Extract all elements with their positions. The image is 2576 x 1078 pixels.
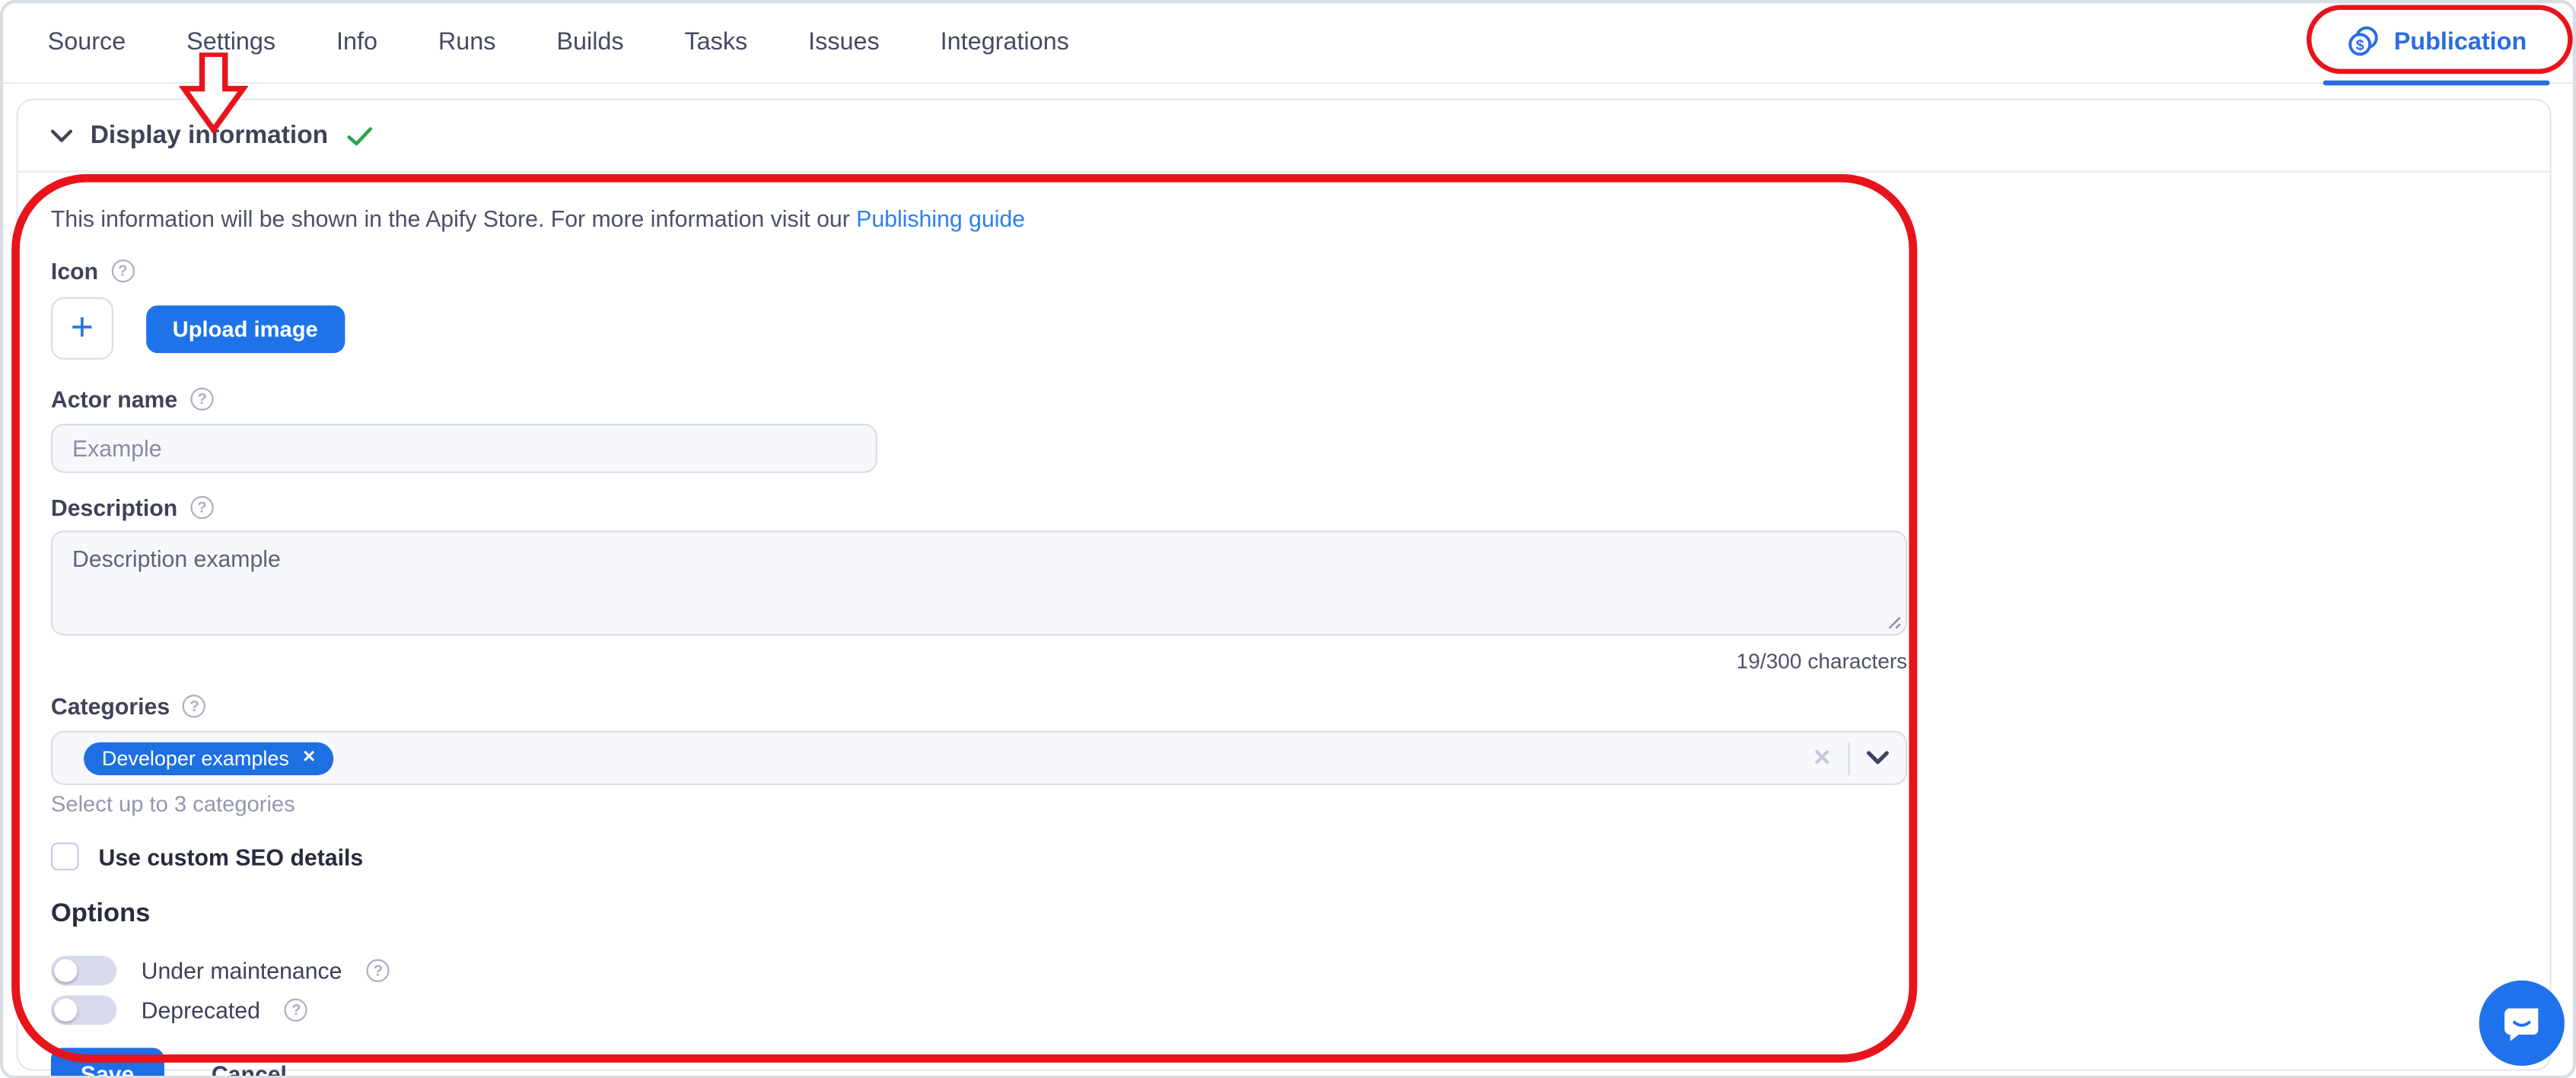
character-counter: 19/300 characters bbox=[51, 649, 1907, 673]
options-title: Options bbox=[51, 900, 2517, 930]
save-button[interactable]: Save bbox=[51, 1048, 164, 1078]
categories-help-icon[interactable]: ? bbox=[183, 695, 205, 717]
store-info-text: This information will be shown in the Ap… bbox=[51, 205, 2517, 232]
chat-bubble-icon bbox=[2501, 1002, 2543, 1045]
toggle-knob bbox=[54, 999, 77, 1022]
icon-label-text: Icon bbox=[51, 258, 98, 285]
under-maintenance-row: Under maintenance ? bbox=[51, 956, 2517, 985]
tab-runs[interactable]: Runs bbox=[438, 27, 496, 56]
description-help-icon[interactable]: ? bbox=[190, 496, 213, 519]
icon-field-label: Icon ? bbox=[51, 258, 2517, 285]
tab-info[interactable]: Info bbox=[336, 27, 377, 56]
tab-bar: Source Settings Info Runs Builds Tasks I… bbox=[0, 0, 2576, 84]
upload-image-button[interactable]: Upload image bbox=[146, 304, 344, 352]
chat-launcher-button[interactable] bbox=[2479, 981, 2565, 1066]
tab-publication[interactable]: $ Publication bbox=[2323, 0, 2550, 84]
plus-icon: + bbox=[71, 309, 94, 348]
category-tag[interactable]: Developer examples ✕ bbox=[84, 742, 334, 774]
actor-name-help-icon[interactable]: ? bbox=[190, 387, 213, 410]
tab-integrations[interactable]: Integrations bbox=[941, 27, 1069, 56]
section-title: Display information bbox=[91, 121, 328, 151]
select-chevron-down-icon[interactable] bbox=[1866, 751, 1889, 765]
deprecated-label: Deprecated bbox=[142, 997, 260, 1023]
select-divider bbox=[1848, 742, 1850, 774]
remove-tag-icon[interactable]: ✕ bbox=[302, 749, 316, 767]
chevron-down-icon bbox=[51, 129, 72, 142]
category-tag-label: Developer examples bbox=[102, 746, 289, 769]
under-maintenance-help-icon[interactable]: ? bbox=[367, 959, 390, 982]
deprecated-row: Deprecated ? bbox=[51, 995, 2517, 1025]
categories-label-text: Categories bbox=[51, 693, 170, 720]
tab-builds[interactable]: Builds bbox=[556, 27, 623, 56]
description-field-label: Description ? bbox=[51, 494, 2517, 521]
green-checkmark-icon bbox=[346, 126, 373, 145]
deprecated-help-icon[interactable]: ? bbox=[285, 999, 307, 1022]
toggle-knob bbox=[54, 959, 77, 982]
categories-hint: Select up to 3 categories bbox=[51, 792, 2517, 816]
tab-issues[interactable]: Issues bbox=[808, 27, 880, 56]
tab-tasks[interactable]: Tasks bbox=[684, 27, 747, 56]
categories-multiselect[interactable]: Developer examples ✕ ✕ bbox=[51, 731, 1907, 785]
icon-help-icon[interactable]: ? bbox=[111, 259, 134, 282]
description-label-text: Description bbox=[51, 494, 177, 521]
actor-name-input[interactable] bbox=[51, 424, 877, 473]
active-tab-underline bbox=[2323, 81, 2550, 85]
coin-dollar-icon: $ bbox=[2346, 24, 2380, 59]
publishing-guide-link[interactable]: Publishing guide bbox=[856, 205, 1025, 232]
actor-name-label-text: Actor name bbox=[51, 386, 177, 412]
under-maintenance-toggle[interactable] bbox=[51, 956, 116, 985]
categories-field-label: Categories ? bbox=[51, 693, 2517, 720]
actor-name-field-label: Actor name ? bbox=[51, 386, 2517, 412]
publication-page: Source Settings Info Runs Builds Tasks I… bbox=[0, 0, 2576, 1078]
seo-checkbox-label: Use custom SEO details bbox=[99, 844, 364, 870]
clear-selection-icon[interactable]: ✕ bbox=[1813, 744, 1832, 772]
tab-source[interactable]: Source bbox=[48, 27, 126, 56]
svg-text:$: $ bbox=[2356, 37, 2364, 54]
cancel-button[interactable]: Cancel bbox=[212, 1061, 287, 1078]
description-textarea[interactable]: Description example bbox=[51, 530, 1907, 635]
deprecated-toggle[interactable] bbox=[51, 995, 116, 1025]
seo-checkbox-row[interactable]: Use custom SEO details bbox=[51, 842, 2517, 870]
display-information-header[interactable]: Display information bbox=[18, 100, 2550, 173]
display-information-card: Display information This information wil… bbox=[17, 99, 2552, 1071]
store-info-text-main: This information will be shown in the Ap… bbox=[51, 205, 856, 232]
seo-checkbox[interactable] bbox=[51, 842, 79, 870]
icon-upload-dropzone[interactable]: + bbox=[51, 297, 113, 360]
resize-handle-icon[interactable] bbox=[1886, 614, 1900, 628]
under-maintenance-label: Under maintenance bbox=[142, 958, 342, 984]
tab-settings[interactable]: Settings bbox=[186, 27, 275, 56]
tab-publication-label: Publication bbox=[2394, 28, 2527, 56]
